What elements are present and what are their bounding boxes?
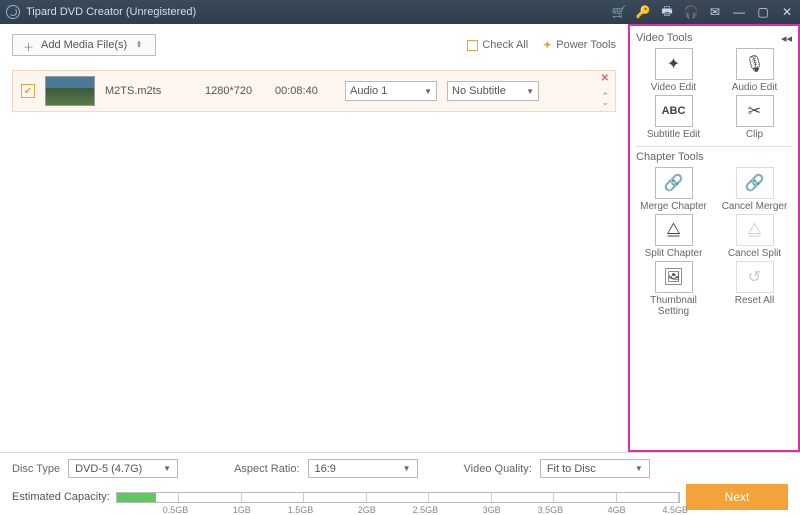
maximize-button[interactable]: ▢ [756,5,770,19]
subtitle-select[interactable]: No Subtitle ▼ [447,81,539,101]
audio-select[interactable]: Audio 1 ▼ [345,81,437,101]
subtitle-edit-tool[interactable]: ABC Subtitle Edit [636,95,711,140]
chevron-down-icon: ▼ [526,87,534,96]
capacity-tick-label: 2.5GB [413,505,439,515]
window-buttons: 🛒 🔑 🖶 🎧 ✉ — ▢ ✕ [612,5,794,19]
power-tools-label: Power Tools [556,39,616,51]
check-all-toggle[interactable]: Check All [467,39,528,51]
aspect-ratio-label: Aspect Ratio: [234,463,299,475]
capacity-tick-label: 1GB [233,505,251,515]
capacity-tick-label: 4GB [608,505,626,515]
aspect-ratio-select[interactable]: 16:9▼ [308,459,418,478]
reset-icon: ↺ [736,261,774,293]
cancel-merger-tool: 🔗 Cancel Merger [717,167,792,212]
close-button[interactable]: ✕ [780,5,794,19]
clip-tool[interactable]: ✂ Clip [717,95,792,140]
video-quality-select[interactable]: Fit to Disc▼ [540,459,650,478]
item-resolution: 1280*720 [205,85,265,97]
toolbar: ＋ Add Media File(s) ▴▾ Check All ✦ Power… [12,34,616,56]
add-media-button[interactable]: ＋ Add Media File(s) ▴▾ [12,34,156,56]
chapter-tools-heading: Chapter Tools [636,151,792,163]
link-icon: 🔗 [655,167,693,199]
cancel-split-tool: ⧋ Cancel Split [717,214,792,259]
capacity-tick-label: 3.5GB [538,505,564,515]
cart-icon[interactable]: 🛒 [612,5,626,19]
video-quality-label: Video Quality: [464,463,532,475]
reset-all-tool: ↺ Reset All [717,261,792,317]
subtitle-value: No Subtitle [452,85,506,97]
collapse-panel-button[interactable]: ◂◂ [781,32,792,45]
chevron-down-icon: ▼ [403,464,411,473]
disc-type-label: Disc Type [12,463,60,475]
titlebar: Tipard DVD Creator (Unregistered) 🛒 🔑 🖶 … [0,0,800,24]
media-item-row[interactable]: ✔ M2TS.m2ts 1280*720 00:08:40 Audio 1 ▼ … [12,70,616,112]
tools-panel: ◂◂ Video Tools ✦ Video Edit 🎙 Audio Edit… [628,24,800,452]
disc-type-select[interactable]: DVD-5 (4.7G)▼ [68,459,178,478]
item-checkbox[interactable]: ✔ [21,84,35,98]
add-media-label: Add Media File(s) [41,39,127,51]
split-chapter-tool[interactable]: ⧋ Split Chapter [636,214,711,259]
chevron-down-icon: ▼ [424,87,432,96]
headset-icon[interactable]: 🎧 [684,5,698,19]
capacity-label: Estimated Capacity: [12,491,110,503]
delete-item-button[interactable]: ✕ [601,73,609,84]
capacity-bar: 0.5GB1GB1.5GB2GB2.5GB3GB3.5GB4GB4.5GB [116,492,680,503]
footer: Disc Type DVD-5 (4.7G)▼ Aspect Ratio: 16… [0,452,800,514]
abc-icon: ABC [655,95,693,127]
capacity-tick-label: 2GB [358,505,376,515]
capacity-tick-label: 3GB [483,505,501,515]
chevron-down-icon: ▼ [163,464,171,473]
audio-value: Audio 1 [350,85,387,97]
wrench-icon: ✦ [542,38,552,52]
wand-icon: ✦ [655,48,693,80]
video-edit-tool[interactable]: ✦ Video Edit [636,48,711,93]
plus-icon: ＋ [23,39,35,51]
key-icon[interactable]: 🔑 [636,5,650,19]
reorder-handle[interactable]: ⌃⌄ [601,93,609,105]
image-icon: 🖼 [655,261,693,293]
audio-edit-tool[interactable]: 🎙 Audio Edit [717,48,792,93]
mail-icon[interactable]: ✉ [708,5,722,19]
app-logo-icon [6,5,20,19]
microphone-icon: 🎙 [736,48,774,80]
minimize-button[interactable]: — [732,5,746,19]
window-title: Tipard DVD Creator (Unregistered) [26,6,612,18]
dropdown-icon: ▴▾ [137,41,145,49]
main-content: ＋ Add Media File(s) ▴▾ Check All ✦ Power… [0,24,628,452]
checkbox-icon [467,40,478,51]
capacity-tick-label: 0.5GB [163,505,189,515]
capacity-tick-label: 4.5GB [663,505,689,515]
item-duration: 00:08:40 [275,85,335,97]
next-button[interactable]: Next [686,484,788,510]
video-thumbnail[interactable] [45,76,95,106]
power-tools-button[interactable]: ✦ Power Tools [542,38,616,52]
print-icon[interactable]: 🖶 [660,5,674,19]
check-all-label: Check All [482,39,528,51]
video-tools-heading: Video Tools [636,32,792,44]
scissors-icon: ✂ [736,95,774,127]
capacity-tick-label: 1.5GB [288,505,314,515]
cancel-split-icon: ⧋ [736,214,774,246]
unlink-icon: 🔗 [736,167,774,199]
thumbnail-setting-tool[interactable]: 🖼 Thumbnail Setting [636,261,711,317]
item-filename: M2TS.m2ts [105,85,195,97]
chevron-down-icon: ▼ [635,464,643,473]
split-icon: ⧋ [655,214,693,246]
merge-chapter-tool[interactable]: 🔗 Merge Chapter [636,167,711,212]
